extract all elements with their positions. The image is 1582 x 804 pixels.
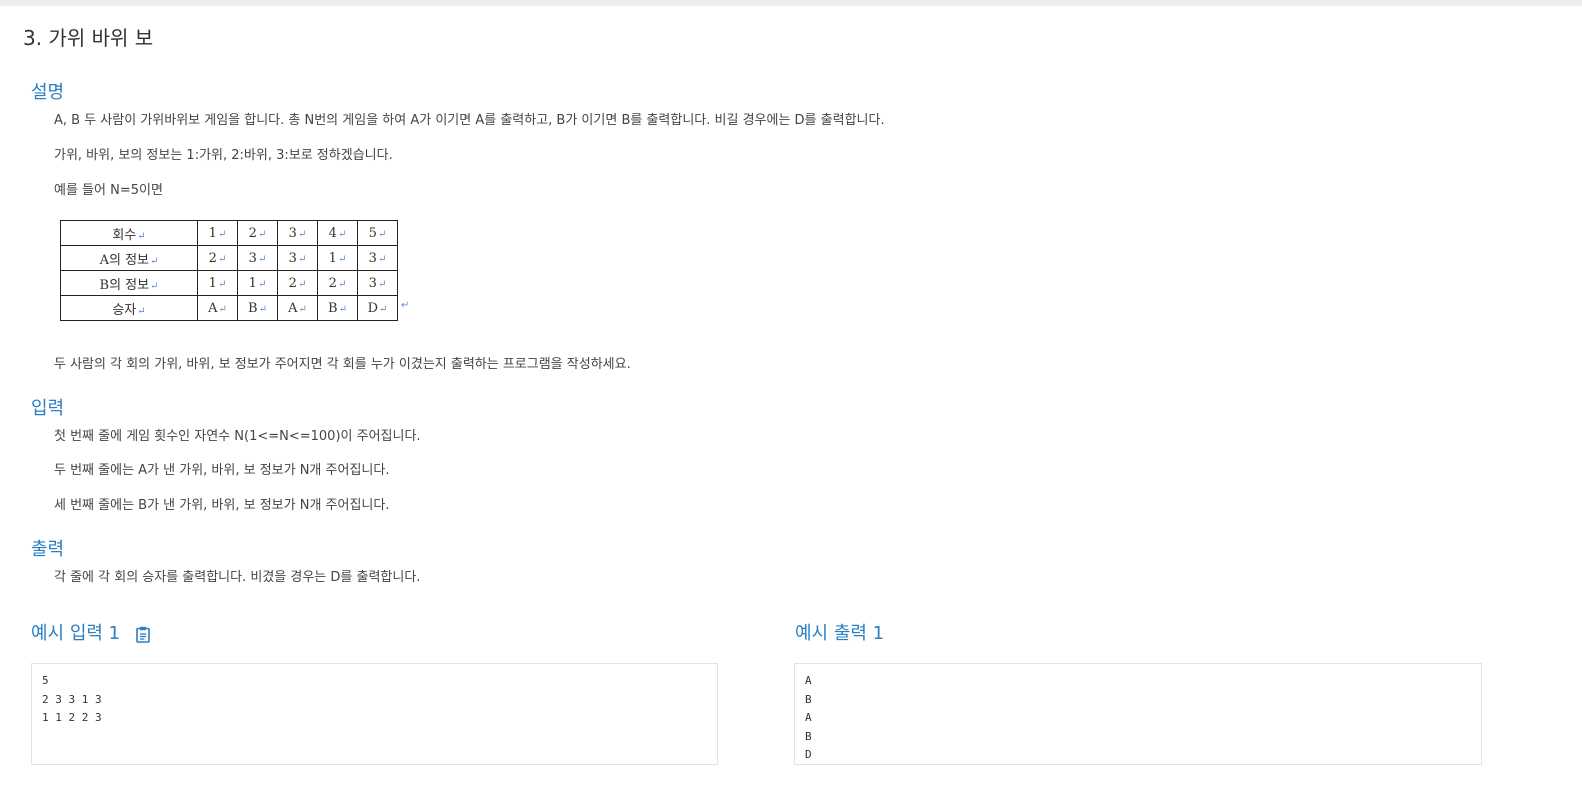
- description-paragraph: 가위, 바위, 보의 정보는 1:가위, 2:바위, 3:보로 정하겠습니다.: [54, 148, 393, 163]
- table-cell: 승자↵: [60, 295, 198, 321]
- table-cell: D↵: [357, 295, 398, 321]
- top-bar: [0, 0, 1582, 6]
- example-input-title: 예시 입력 1: [31, 623, 121, 644]
- input-paragraph: 세 번째 줄에는 B가 낸 가위, 바위, 보 정보가 N개 주어집니다.: [54, 498, 390, 513]
- example-table-wrapper: 회수↵ 1↵ 2↵ 3↵ 4↵ 5↵ A의 정보↵ 2↵ 3↵ 3↵ 1↵ 3↵…: [60, 220, 398, 321]
- table-cell: 4↵: [317, 220, 358, 246]
- table-cell: A↵: [277, 295, 318, 321]
- table-cell: 3↵: [237, 245, 278, 271]
- description-heading: 설명: [31, 82, 65, 103]
- table-cell: 1↵: [197, 270, 238, 296]
- input-paragraph: 두 번째 줄에는 A가 낸 가위, 바위, 보 정보가 N개 주어집니다.: [54, 463, 390, 478]
- table-cell: B의 정보↵: [60, 270, 198, 296]
- table-row: 승자↵ A↵ B↵ A↵ B↵ D↵: [60, 295, 398, 321]
- page-title: 3. 가위 바위 보: [23, 26, 154, 50]
- table-cell: 2↵: [317, 270, 358, 296]
- description-paragraph: 두 사람의 각 회의 가위, 바위, 보 정보가 주어지면 각 회를 누가 이겼…: [54, 357, 631, 372]
- example-input-line: 2 3 3 1 3: [42, 692, 102, 706]
- table-cell: 2↵: [277, 270, 318, 296]
- table-cell: A↵: [197, 295, 238, 321]
- example-input-line: 1 1 2 2 3: [42, 711, 102, 724]
- table-cell: 5↵: [357, 220, 398, 246]
- clipboard-icon[interactable]: [136, 626, 150, 643]
- table-cell: 회수↵: [60, 220, 198, 246]
- table-cell: 3↵: [277, 220, 318, 246]
- description-paragraph: 예를 들어 N=5이면: [54, 183, 163, 198]
- table-cell: B↵: [317, 295, 358, 321]
- table-cell: 1↵: [197, 220, 238, 246]
- example-input-box[interactable]: 5 2 3 3 1 3 1 1 2 2 3: [31, 663, 718, 765]
- table-cell: 2↵: [237, 220, 278, 246]
- return-mark: ↵: [401, 300, 410, 311]
- table-cell: 3↵: [357, 270, 398, 296]
- input-heading: 입력: [31, 398, 65, 419]
- table-cell: A의 정보↵: [60, 245, 198, 271]
- table-cell: B↵: [237, 295, 278, 321]
- example-output-line: B: [805, 729, 812, 743]
- example-output-box[interactable]: A B A B D: [794, 663, 1482, 765]
- table-cell: 2↵: [197, 245, 238, 271]
- example-output-line: D: [805, 748, 812, 761]
- example-input-line: 5: [42, 674, 49, 687]
- example-input-heading: 예시 입력 1: [31, 619, 150, 645]
- table-row: A의 정보↵ 2↵ 3↵ 3↵ 1↵ 3↵: [60, 245, 398, 271]
- output-paragraph: 각 줄에 각 회의 승자를 출력합니다. 비겼을 경우는 D를 출력합니다.: [54, 570, 421, 585]
- table-row: 회수↵ 1↵ 2↵ 3↵ 4↵ 5↵: [60, 220, 398, 246]
- table-cell: 1↵: [317, 245, 358, 271]
- input-paragraph: 첫 번째 줄에 게임 횟수인 자연수 N(1<=N<=100)이 주어집니다.: [54, 429, 421, 444]
- table-cell: 3↵: [277, 245, 318, 271]
- example-output-heading: 예시 출력 1: [795, 623, 885, 644]
- example-table: 회수↵ 1↵ 2↵ 3↵ 4↵ 5↵ A의 정보↵ 2↵ 3↵ 3↵ 1↵ 3↵…: [60, 220, 398, 321]
- output-heading: 출력: [31, 539, 65, 560]
- example-output-line: A: [805, 711, 812, 724]
- table-cell: 1↵: [237, 270, 278, 296]
- example-output-line: B: [805, 692, 812, 706]
- table-cell: 3↵: [357, 245, 398, 271]
- description-paragraph: A, B 두 사람이 가위바위보 게임을 합니다. 총 N번의 게임을 하여 A…: [54, 113, 885, 128]
- example-output-line: A: [805, 674, 812, 687]
- table-row: B의 정보↵ 1↵ 1↵ 2↵ 2↵ 3↵: [60, 270, 398, 296]
